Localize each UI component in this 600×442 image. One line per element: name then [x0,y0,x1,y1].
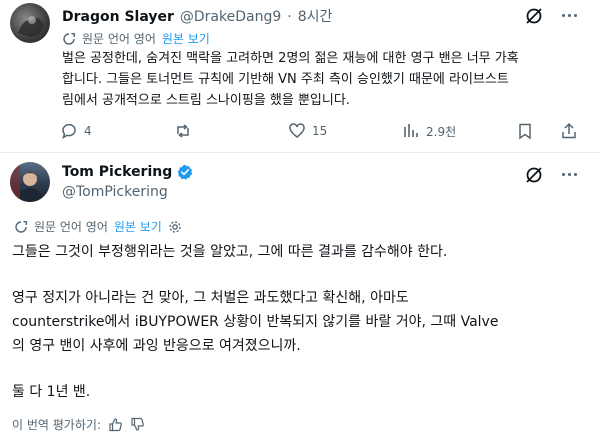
rate-translation-bar: 이 번역 평가하기: [12,416,145,433]
rate-translation-label: 이 번역 평가하기: [12,418,101,432]
main-body-line: 둘 다 1년 밴. [12,384,91,400]
verified-badge-icon [177,164,193,180]
reply-body-line: 벌은 공정한데, 숨겨진 맥락을 고려하면 2명의 젊은 재능에 대한 영구 밴… [62,51,519,66]
main-author-name[interactable]: Tom Pickering [62,164,172,180]
reply-header: Dragon Slayer @DrakeDang9 · 8시간 [62,6,332,26]
grok-icon[interactable] [524,165,544,185]
main-body-line: 영구 정지가 아니라는 건 맞아, 그 처벌은 과도했다고 확신해, 아마도 [12,290,409,306]
translate-icon [62,32,76,46]
repost-action[interactable] [174,122,198,140]
main-author-handle[interactable]: @TomPickering [62,184,168,200]
main-header-name-row: Tom Pickering [62,164,193,180]
reply-body-line: 합니다. 그들은 토너먼트 규칙에 기반해 VN 주최 측이 승인했기 때문에 … [62,72,509,87]
main-body-spacer [12,358,592,380]
dragon-slayer-avatar[interactable] [10,3,50,43]
thumbs-up-icon[interactable] [108,417,123,432]
thumbs-down-icon[interactable] [130,417,145,432]
main-translation-note: 원문 언어 영어 [34,220,108,234]
reply-body-line: 림에서 공개적으로 스트림 스나이핑을 했을 뿐입니다. [62,93,350,108]
reply-body: 벌은 공정한데, 숨겨진 맥락을 고려하면 2명의 젊은 재능에 대한 영구 밴… [62,48,592,111]
tom-pickering-avatar[interactable] [10,162,50,202]
reply-timestamp[interactable]: 8시간 [298,6,333,26]
main-body: 그들은 그것이 부정행위라는 것을 알았고, 그에 따른 결과를 감수해야 한다… [12,240,592,404]
settings-gear-icon[interactable] [168,220,182,234]
more-options-icon[interactable] [562,173,577,176]
reply-separator: · [287,9,292,25]
avatar-image [10,162,44,202]
main-body-line: counterstrike에서 iBUYPOWER 상황이 반복되지 않기를 바… [12,314,499,330]
like-count: 15 [312,124,328,138]
main-show-original-link[interactable]: 원본 보기 [114,218,162,235]
comment-icon [60,122,78,140]
more-options-icon[interactable] [562,14,577,17]
reply-count: 4 [84,124,92,138]
share-icon[interactable] [560,122,578,140]
translate-icon [14,220,28,234]
reply-translation-note: 원문 언어 영어 [82,32,156,46]
like-action[interactable]: 15 [288,122,327,140]
bookmark-icon[interactable] [516,122,534,140]
main-translation-bar: 원문 언어 영어 원본 보기 [14,218,182,235]
reply-show-original-link[interactable]: 원본 보기 [162,30,210,47]
reply-translation-bar: 원문 언어 영어 원본 보기 [62,30,210,47]
avatar-image [18,16,44,37]
repost-icon [174,122,192,140]
main-body-line: 의 영구 밴이 사후에 과잉 반응으로 여겨졌으니까. [12,338,301,354]
main-body-line: 그들은 그것이 부정행위라는 것을 알았고, 그에 따른 결과를 감수해야 한다… [12,244,448,260]
reply-author-handle[interactable]: @DrakeDang9 [180,9,281,25]
views-count: 2.9천 [426,124,457,139]
grok-icon[interactable] [524,6,544,26]
tweet-divider [0,152,600,153]
reply-author-name[interactable]: Dragon Slayer [62,9,174,25]
reply-action[interactable]: 4 [60,122,92,140]
heart-icon [288,122,306,140]
main-body-spacer [12,264,592,286]
views-bar-chart-icon [402,122,420,140]
views-action[interactable]: 2.9천 [402,122,456,140]
